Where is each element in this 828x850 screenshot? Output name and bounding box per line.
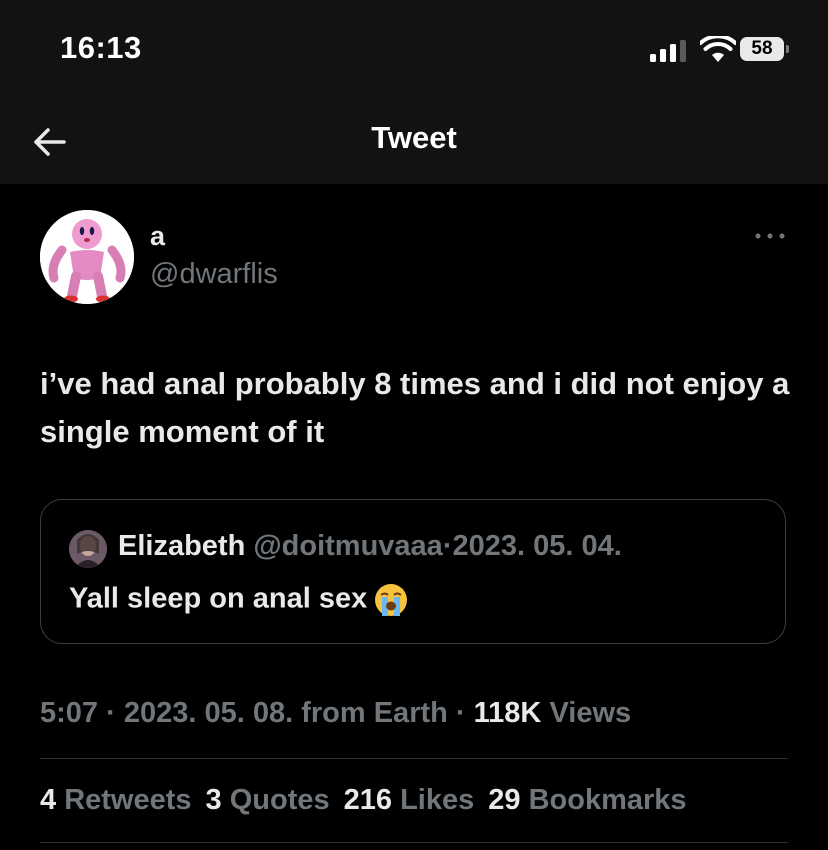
meta-location: from Earth — [301, 697, 448, 729]
battery-level: 58 — [740, 37, 784, 61]
quotes-stat[interactable]: 3 Quotes — [206, 784, 330, 817]
likes-count: 216 — [343, 784, 393, 816]
retweets-stat[interactable]: 4 Retweets — [40, 784, 192, 817]
quoted-author-handle: @doitmuvaaa — [253, 530, 443, 562]
quoted-date: 2023. 05. 04. — [452, 530, 622, 562]
more-options-icon[interactable] — [750, 226, 790, 246]
likes-stat[interactable]: 216 Likes — [344, 784, 475, 817]
wifi-icon — [700, 36, 736, 62]
divider — [40, 758, 788, 759]
status-time: 16:13 — [60, 30, 142, 65]
quoted-author-name: Elizabeth — [118, 530, 246, 562]
meta-time: 5:07 — [40, 697, 99, 729]
muscular-kirby-avatar-image — [40, 210, 134, 304]
views-label: Views — [549, 697, 632, 729]
quotes-label: Quotes — [229, 784, 330, 816]
divider — [40, 842, 788, 843]
top-nav: Tweet — [0, 100, 828, 184]
views-count: 118K — [473, 697, 542, 729]
page-title: Tweet — [371, 120, 457, 155]
likes-label: Likes — [400, 784, 475, 816]
quoted-header: Elizabeth @doitmuvaaa·2023. 05. 04. — [118, 530, 622, 562]
retweets-label: Retweets — [64, 784, 192, 816]
battery-icon: 58 — [740, 37, 790, 61]
cellular-signal-icon — [650, 40, 686, 62]
author-handle[interactable]: @dwarflis — [150, 258, 278, 291]
retweets-count: 4 — [40, 784, 57, 816]
meta-date: 2023. 05. 08. — [123, 697, 294, 729]
engagement-stats: 4 Retweets 3 Quotes 216 Likes 29 Bookmarks — [40, 784, 701, 817]
quoted-text-row: Yall sleep on anal sex — [69, 582, 409, 618]
author-avatar[interactable] — [40, 210, 134, 304]
loudly-crying-face-icon — [375, 584, 408, 616]
quoted-tweet[interactable]: Elizabeth @doitmuvaaa·2023. 05. 04. Yall… — [40, 499, 786, 644]
bookmarks-count: 29 — [488, 784, 521, 816]
quoted-text: Yall sleep on anal sex — [69, 582, 368, 615]
bookmarks-label: Bookmarks — [528, 784, 687, 816]
quoted-author-avatar — [69, 530, 107, 568]
status-bar: 16:13 58 — [0, 0, 828, 100]
quotes-count: 3 — [205, 784, 222, 816]
tweet-meta: 5:07 · 2023. 05. 08. from Earth · 118K V… — [40, 697, 632, 729]
bookmarks-stat[interactable]: 29 Bookmarks — [488, 784, 686, 817]
tweet-text: i’ve had anal probably 8 times and i did… — [40, 366, 790, 449]
author-name[interactable]: a — [150, 221, 165, 252]
